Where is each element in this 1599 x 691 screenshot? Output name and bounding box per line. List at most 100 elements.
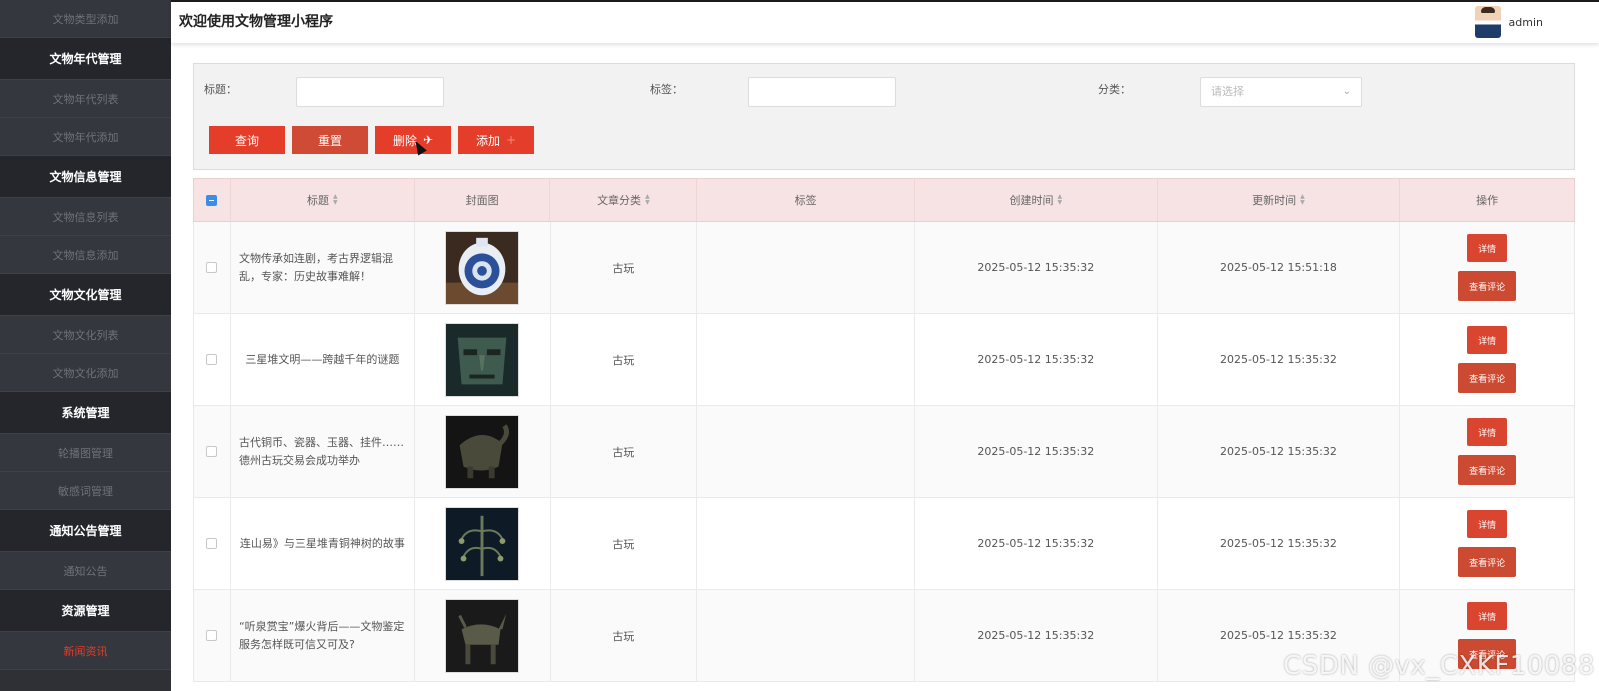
sidebar-section-header[interactable]: 文物年代管理: [0, 38, 171, 80]
row-cover-cell: [415, 406, 551, 497]
select-all-cell: [194, 179, 231, 221]
sidebar-section-header[interactable]: 系统管理: [0, 392, 171, 434]
column-category-label: 文章分类: [597, 194, 642, 207]
sidebar-section-header[interactable]: 文物信息管理: [0, 156, 171, 198]
sort-icon[interactable]: ▲ ▼: [1057, 194, 1062, 206]
row-cover-cell: [415, 498, 551, 589]
table-body: 文物传承如连剧，考古界逻辑混乱，专家：历史故事难解！ 古玩 2025-05-12 1…: [193, 222, 1575, 682]
row-checkbox[interactable]: [206, 538, 218, 549]
row-checkbox[interactable]: [206, 446, 218, 457]
row-checkbox-cell: [194, 222, 231, 313]
action-buttons: 查询 重置 删除 ✈ 添加 +: [209, 126, 534, 154]
sidebar-item[interactable]: 文物信息添加: [0, 236, 171, 274]
row-category: 古玩: [551, 314, 698, 405]
airplane-icon: ✈: [422, 133, 434, 147]
cover-image[interactable]: [445, 414, 520, 489]
row-checkbox-cell: [194, 498, 231, 589]
row-tag: [697, 314, 915, 405]
add-button[interactable]: 添加 +: [458, 126, 534, 154]
sidebar-section-header[interactable]: 文物文化管理: [0, 274, 171, 316]
table-header-row: 标题 ▲ ▼ 封面图 文章分类 ▲ ▼ 标签 创建时间 ▲ ▼ 更新时间 ▲ ▼ 操作: [193, 178, 1575, 222]
tag-filter-label: 标签：: [650, 83, 683, 96]
sidebar-item[interactable]: 文物信息列表: [0, 198, 171, 236]
detail-button[interactable]: 详情: [1467, 510, 1508, 538]
row-checkbox[interactable]: [206, 630, 218, 641]
top-header: 欢迎使用文物管理小程序 admin: [171, 0, 1599, 43]
row-title: 三星堆文明——跨越千年的谜题: [231, 314, 415, 405]
row-actions: 详情 查看评论: [1400, 314, 1574, 405]
user-menu[interactable]: admin: [1474, 6, 1543, 38]
row-actions: 详情 查看评论: [1400, 222, 1574, 313]
title-filter-label: 标题：: [204, 83, 237, 96]
detail-button[interactable]: 详情: [1467, 326, 1508, 354]
detail-button[interactable]: 详情: [1467, 602, 1508, 630]
row-created: 2025-05-12 15:35:32: [915, 406, 1158, 497]
row-created: 2025-05-12 15:35:32: [915, 222, 1158, 313]
query-button[interactable]: 查询: [209, 126, 285, 154]
column-created-label: 创建时间: [1009, 194, 1054, 207]
plus-icon: +: [505, 133, 517, 147]
row-created: 2025-05-12 15:35:32: [915, 590, 1158, 681]
sidebar-section-header[interactable]: 资源管理: [0, 590, 171, 632]
view-comments-button[interactable]: 查看评论: [1458, 271, 1517, 301]
delete-button[interactable]: 删除 ✈: [375, 126, 451, 154]
detail-button[interactable]: 详情: [1467, 234, 1508, 262]
cover-image[interactable]: [445, 506, 520, 581]
sidebar-item[interactable]: 敏感词管理: [0, 472, 171, 510]
user-avatar-icon[interactable]: [1474, 6, 1501, 38]
row-actions: 详情 查看评论: [1400, 498, 1574, 589]
chevron-down-icon: ⌄: [1342, 86, 1351, 97]
category-select[interactable]: 请选择 ⌄: [1200, 77, 1362, 107]
title-filter-input[interactable]: [296, 77, 444, 107]
column-title-label: 标题: [307, 194, 329, 207]
row-checkbox[interactable]: [206, 354, 218, 365]
column-category[interactable]: 文章分类 ▲ ▼: [550, 179, 698, 221]
column-updated[interactable]: 更新时间 ▲ ▼: [1158, 179, 1401, 221]
cover-image[interactable]: [445, 322, 520, 397]
reset-button-label: 重置: [317, 133, 342, 148]
main-content: 标题： 标签： 分类： 请选择 ⌄ 查询 重置 删除 ✈ 添加 + 标题 ▲ ▼ 封面图…: [193, 63, 1575, 682]
sidebar-item[interactable]: 文物年代添加: [0, 118, 171, 156]
sidebar-item[interactable]: 通知公告: [0, 552, 171, 590]
sort-icon[interactable]: ▲ ▼: [333, 194, 338, 206]
row-created: 2025-05-12 15:35:32: [915, 498, 1158, 589]
articles-table: 标题 ▲ ▼ 封面图 文章分类 ▲ ▼ 标签 创建时间 ▲ ▼ 更新时间 ▲ ▼ 操作 文物传承…: [193, 178, 1575, 682]
column-title[interactable]: 标题 ▲ ▼: [231, 179, 415, 221]
detail-button[interactable]: 详情: [1467, 418, 1508, 446]
row-title: 文物传承如连剧，考古界逻辑混乱，专家：历史故事难解！: [231, 222, 415, 313]
tag-filter-input[interactable]: [748, 77, 896, 107]
view-comments-button[interactable]: 查看评论: [1458, 363, 1517, 393]
sidebar-item[interactable]: 新闻资讯: [0, 632, 171, 670]
row-category: 古玩: [551, 406, 698, 497]
cover-image[interactable]: [445, 230, 520, 305]
sidebar-item[interactable]: 轮播图管理: [0, 434, 171, 472]
page-title: 欢迎使用文物管理小程序: [179, 14, 333, 30]
row-created: 2025-05-12 15:35:32: [915, 314, 1158, 405]
sort-icon[interactable]: ▲ ▼: [645, 194, 650, 206]
row-category: 古玩: [551, 590, 698, 681]
cover-image[interactable]: [445, 598, 520, 673]
sidebar-item[interactable]: 文物文化列表: [0, 316, 171, 354]
row-cover-cell: [415, 590, 551, 681]
select-all-checkbox[interactable]: [206, 194, 218, 206]
sidebar-item[interactable]: 文物类型添加: [0, 0, 171, 38]
row-checkbox[interactable]: [206, 262, 218, 273]
row-tag: [697, 406, 915, 497]
column-created[interactable]: 创建时间 ▲ ▼: [915, 179, 1158, 221]
sidebar-item[interactable]: 文物年代列表: [0, 80, 171, 118]
row-cover-cell: [415, 314, 551, 405]
row-category: 古玩: [551, 498, 698, 589]
column-tag: 标签: [697, 179, 915, 221]
row-updated: 2025-05-12 15:51:18: [1158, 222, 1401, 313]
row-checkbox-cell: [194, 590, 231, 681]
category-select-placeholder: 请选择: [1211, 85, 1244, 98]
sort-icon[interactable]: ▲ ▼: [1300, 194, 1305, 206]
sidebar-item[interactable]: 文物文化添加: [0, 354, 171, 392]
row-tag: [697, 498, 915, 589]
view-comments-button[interactable]: 查看评论: [1458, 455, 1517, 485]
view-comments-button[interactable]: 查看评论: [1458, 547, 1517, 577]
table-row: 文物传承如连剧，考古界逻辑混乱，专家：历史故事难解！ 古玩 2025-05-12 1…: [193, 222, 1575, 314]
sidebar-section-header[interactable]: 通知公告管理: [0, 510, 171, 552]
reset-button[interactable]: 重置: [292, 126, 368, 154]
column-cover-label: 封面图: [465, 194, 499, 207]
